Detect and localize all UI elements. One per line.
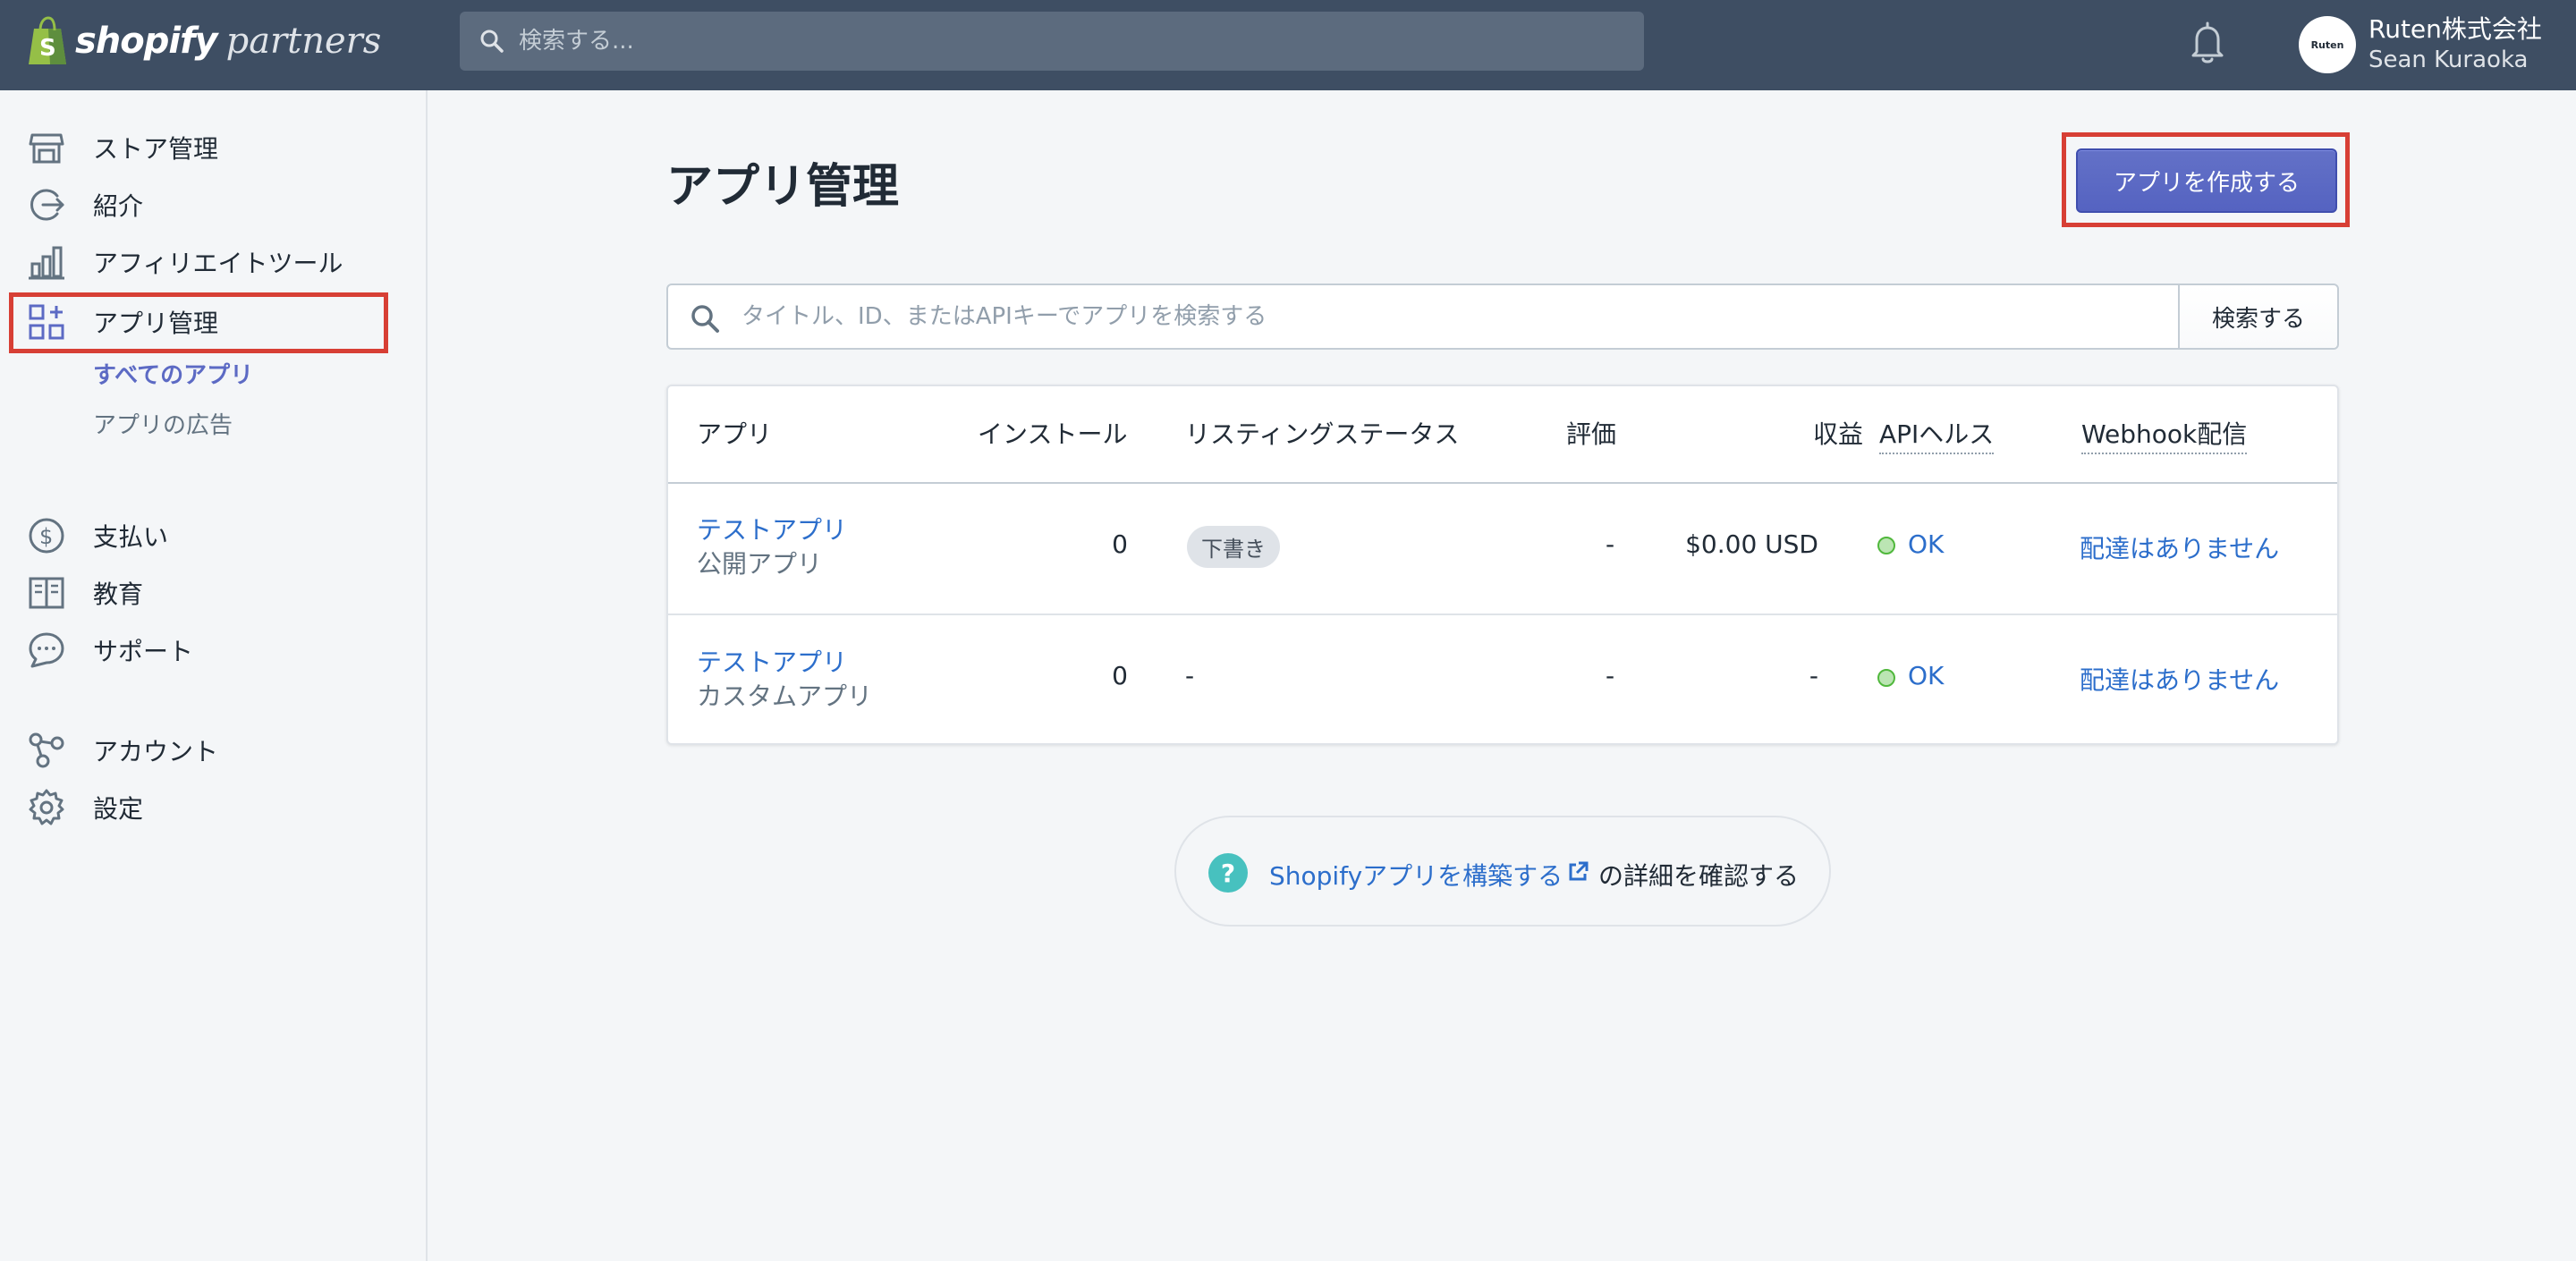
column-header-webhook[interactable]: Webhook配信 xyxy=(2081,415,2248,454)
build-apps-link[interactable]: Shopifyアプリを構築する xyxy=(1269,857,1563,893)
webhook-link[interactable]: 配達はありません xyxy=(2080,661,2279,697)
app-search: 検索する xyxy=(666,284,2339,350)
sidebar-item-label: サポート xyxy=(93,637,194,666)
app-type: 公開アプリ xyxy=(697,549,823,579)
brand-name: shopify xyxy=(75,21,218,62)
sidebar-item-account[interactable]: アカウント xyxy=(27,727,218,774)
sidebar-item-label: 支払い xyxy=(93,522,169,552)
column-header-api-health[interactable]: APIヘルス xyxy=(1879,415,1995,454)
install-count: 0 xyxy=(1112,661,1128,690)
gear-icon xyxy=(29,789,64,825)
status-badge: 下書き xyxy=(1187,526,1280,568)
sidebar-item-affiliate-tools[interactable]: アフィリエイトツール xyxy=(27,239,343,285)
user-org: Ruten株式会社 xyxy=(2368,14,2542,44)
referral-icon xyxy=(30,189,64,221)
app-search-input[interactable] xyxy=(741,285,1922,348)
global-search xyxy=(460,12,1644,71)
shopify-partners-logo[interactable]: S shopify partners xyxy=(27,14,381,68)
column-header-revenue: 収益 xyxy=(1813,419,1864,449)
help-question-icon: ? xyxy=(1208,853,1248,893)
sidebar-item-label: 教育 xyxy=(93,580,144,609)
api-ok-dot xyxy=(1877,669,1895,687)
bell-icon[interactable] xyxy=(2181,16,2234,70)
revenue-value: $0.00 USD xyxy=(1685,529,1818,559)
sidebar-item-referrals[interactable]: 紹介 xyxy=(27,182,143,228)
apps-table: アプリ インストール リスティングステータス 評価 収益 APIヘルス Webh… xyxy=(666,385,2339,745)
shopify-bag-icon: S xyxy=(29,16,66,64)
sidebar-item-label: ストア管理 xyxy=(93,134,219,164)
row-divider xyxy=(668,614,2337,615)
sidebar-item-apps[interactable]: アプリ管理 xyxy=(27,299,218,345)
column-header-app: アプリ xyxy=(697,419,773,449)
chat-icon xyxy=(29,632,64,668)
app-name-link[interactable]: テストアプリ xyxy=(697,511,847,546)
api-health-link[interactable]: OK xyxy=(1908,661,1944,690)
status-value: - xyxy=(1185,661,1195,690)
svg-text:S: S xyxy=(39,35,56,62)
sidebar-subitem-all-apps[interactable]: すべてのアプリ xyxy=(93,357,253,390)
page-title: アプリ管理 xyxy=(666,160,900,214)
column-header-rating: 評価 xyxy=(1566,419,1617,449)
svg-text:$: $ xyxy=(39,524,53,549)
webhook-link[interactable]: 配達はありません xyxy=(2080,529,2279,565)
dollar-icon: $ xyxy=(29,518,64,554)
user-name: Sean Kuraoka xyxy=(2368,47,2529,73)
sidebar-item-education[interactable]: 教育 xyxy=(27,570,143,616)
help-text: の詳細を確認する xyxy=(1598,861,1800,891)
header-divider xyxy=(668,482,2337,484)
top-bar: S shopify partners Ruten Ruten株式会社 Sean … xyxy=(0,0,2576,90)
help-footer: ? Shopifyアプリを構築する の詳細を確認する xyxy=(1174,816,1831,927)
sidebar-item-settings[interactable]: 設定 xyxy=(27,784,143,831)
avatar: Ruten xyxy=(2299,16,2356,73)
apps-icon xyxy=(29,304,64,340)
app-name-link[interactable]: テストアプリ xyxy=(697,643,847,679)
sidebar-item-label: 設定 xyxy=(93,794,144,824)
account-icon xyxy=(29,732,64,768)
search-icon xyxy=(480,30,504,53)
brand-subname: partners xyxy=(225,21,382,62)
external-link-icon xyxy=(1569,861,1589,881)
book-icon xyxy=(29,577,64,609)
user-text: Ruten株式会社 Sean Kuraoka xyxy=(2368,14,2542,75)
revenue-value: - xyxy=(1809,661,1818,690)
sidebar-item-label: アカウント xyxy=(93,737,219,766)
sidebar-item-label: アフィリエイトツール xyxy=(93,249,343,278)
sidebar: ストア管理 紹介 アフィリエイトツール アプリ管理 すべてのアプリ アプリの広告 xyxy=(0,90,428,1261)
sidebar-item-label: アプリ管理 xyxy=(93,309,219,338)
column-header-listing-status: リスティングステータス xyxy=(1185,419,1460,449)
global-search-input[interactable] xyxy=(519,12,1628,71)
install-count: 0 xyxy=(1112,529,1128,559)
api-ok-dot xyxy=(1877,537,1895,554)
app-type: カスタムアプリ xyxy=(697,681,873,711)
sidebar-item-support[interactable]: サポート xyxy=(27,627,193,673)
api-health-link[interactable]: OK xyxy=(1908,529,1944,559)
column-header-installs: インストール xyxy=(978,419,1128,449)
sidebar-item-payments[interactable]: $ 支払い xyxy=(27,512,168,559)
sidebar-item-label: 紹介 xyxy=(93,191,144,221)
chart-icon xyxy=(29,246,64,280)
search-icon xyxy=(691,305,719,333)
sidebar-item-stores[interactable]: ストア管理 xyxy=(27,124,218,171)
store-icon xyxy=(29,133,64,164)
user-menu[interactable]: Ruten Ruten株式会社 Sean Kuraoka xyxy=(2299,13,2542,77)
search-button[interactable]: 検索する xyxy=(2178,285,2337,348)
sidebar-subitem-app-ads[interactable]: アプリの広告 xyxy=(93,407,233,440)
create-app-button[interactable]: アプリを作成する xyxy=(2076,148,2337,213)
